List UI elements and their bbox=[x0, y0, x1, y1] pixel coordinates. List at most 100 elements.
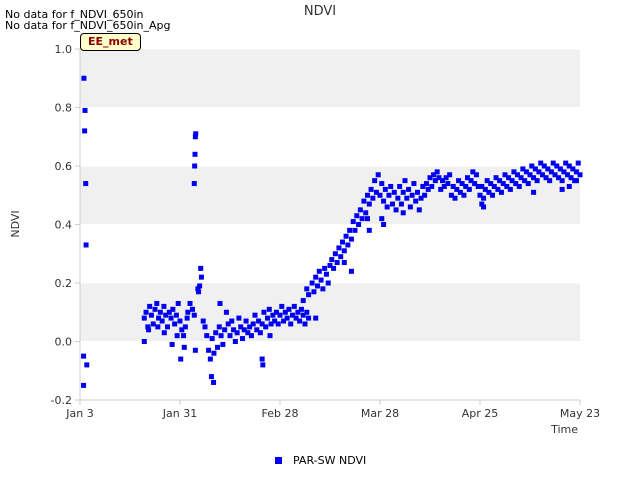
data-point bbox=[381, 222, 387, 227]
data-point bbox=[198, 274, 204, 280]
data-point bbox=[370, 195, 376, 201]
data-point bbox=[178, 356, 184, 362]
data-point bbox=[323, 271, 329, 277]
data-point bbox=[375, 172, 381, 178]
plot-band bbox=[80, 283, 580, 342]
data-point bbox=[315, 283, 320, 289]
data-point bbox=[434, 169, 440, 175]
data-point bbox=[318, 277, 324, 283]
data-point bbox=[190, 306, 195, 312]
data-point bbox=[407, 204, 413, 210]
y-tick-label: 0.0 bbox=[55, 336, 73, 349]
data-point bbox=[311, 289, 317, 295]
data-point bbox=[381, 198, 387, 204]
data-point bbox=[218, 333, 224, 339]
data-point bbox=[395, 195, 401, 201]
data-point bbox=[397, 183, 403, 189]
data-point bbox=[200, 318, 206, 324]
data-point bbox=[445, 181, 451, 187]
data-point bbox=[192, 163, 198, 169]
data-point bbox=[490, 192, 495, 198]
data-point bbox=[379, 181, 385, 187]
legend-label: PAR-SW NDVI bbox=[293, 454, 366, 467]
y-axis-title: NDVI bbox=[9, 210, 22, 237]
legend-marker bbox=[275, 457, 282, 464]
data-point bbox=[191, 181, 197, 187]
data-point bbox=[498, 189, 504, 195]
y-tick-label: 0.4 bbox=[55, 219, 73, 232]
data-point bbox=[298, 306, 304, 312]
x-tick-label: Mar 28 bbox=[361, 407, 399, 420]
data-point bbox=[329, 257, 335, 263]
data-point bbox=[248, 333, 254, 339]
site-badge: EE_met bbox=[80, 33, 141, 51]
data-point bbox=[261, 309, 267, 315]
data-point bbox=[507, 186, 513, 192]
data-point bbox=[174, 333, 180, 339]
y-tick-label: 0.6 bbox=[55, 160, 73, 173]
data-point bbox=[404, 195, 410, 201]
data-point bbox=[393, 207, 399, 213]
data-point bbox=[192, 151, 198, 157]
data-point bbox=[309, 280, 315, 286]
ndvi-chart: -0.2 0.0 0.2 0.4 0.6 0.8 1.0 Jan 3 Jan 31 Feb 28 M… bbox=[9, 4, 600, 467]
data-point bbox=[185, 309, 191, 315]
data-point bbox=[243, 318, 249, 324]
data-point bbox=[177, 318, 183, 324]
data-point bbox=[357, 207, 363, 213]
data-point bbox=[347, 227, 353, 233]
data-point bbox=[352, 227, 358, 233]
data-point bbox=[84, 362, 90, 368]
data-point bbox=[267, 333, 273, 339]
data-point bbox=[415, 189, 420, 195]
data-point bbox=[400, 189, 406, 195]
data-point bbox=[161, 303, 167, 309]
data-point bbox=[372, 178, 378, 184]
data-point bbox=[141, 315, 147, 321]
data-point bbox=[147, 303, 153, 309]
data-point bbox=[229, 318, 235, 324]
data-point bbox=[365, 192, 370, 198]
data-point bbox=[236, 315, 242, 321]
data-point bbox=[184, 315, 190, 321]
data-point bbox=[154, 300, 160, 306]
data-point bbox=[192, 347, 198, 353]
data-point bbox=[291, 303, 297, 309]
data-point bbox=[466, 186, 472, 192]
x-tick-label: Jan 31 bbox=[162, 407, 197, 420]
data-point bbox=[361, 198, 367, 204]
data-point bbox=[175, 300, 181, 306]
data-point bbox=[354, 213, 360, 219]
data-point bbox=[473, 172, 479, 178]
data-point bbox=[223, 309, 229, 315]
x-tick-label: Feb 28 bbox=[262, 407, 299, 420]
data-point bbox=[148, 312, 154, 318]
data-point bbox=[481, 195, 487, 201]
data-point bbox=[516, 183, 522, 189]
data-point bbox=[325, 280, 331, 286]
data-point bbox=[211, 379, 217, 385]
data-point bbox=[559, 186, 565, 192]
data-point bbox=[215, 344, 220, 350]
data-point bbox=[341, 260, 347, 266]
data-point bbox=[341, 248, 347, 254]
data-point bbox=[400, 210, 406, 216]
data-point bbox=[232, 339, 238, 344]
data-point bbox=[234, 330, 240, 336]
data-point bbox=[159, 318, 165, 324]
data-point bbox=[143, 309, 149, 315]
data-point bbox=[260, 362, 266, 368]
data-point bbox=[559, 178, 565, 184]
data-point bbox=[384, 204, 390, 210]
data-point bbox=[359, 216, 365, 222]
data-point bbox=[525, 181, 531, 187]
data-point bbox=[391, 189, 397, 195]
data-point bbox=[263, 324, 269, 330]
data-point bbox=[398, 201, 404, 207]
data-point bbox=[566, 183, 572, 189]
data-point bbox=[191, 312, 197, 318]
data-point bbox=[334, 260, 340, 266]
data-point bbox=[252, 312, 258, 318]
data-point bbox=[240, 336, 245, 342]
data-point bbox=[423, 181, 429, 187]
